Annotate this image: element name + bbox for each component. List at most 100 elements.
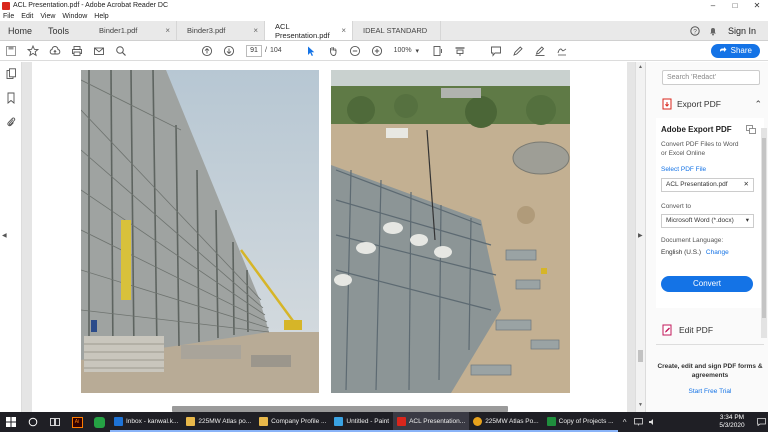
export-pdf-header[interactable]: Export PDF ⌃ <box>662 98 762 110</box>
close-tab-icon[interactable]: × <box>341 26 346 35</box>
tab-binder1[interactable]: Binder1.pdf × <box>89 21 178 40</box>
change-language-link[interactable]: Change <box>706 249 729 256</box>
convert-format-select[interactable]: Microsoft Word (*.docx) ▾ <box>661 214 754 228</box>
tray-chevron-icon[interactable]: ^ <box>618 412 632 432</box>
task-view-icon[interactable] <box>44 412 66 432</box>
close-tab-icon[interactable]: × <box>253 26 258 35</box>
hand-tool-icon[interactable] <box>322 41 344 61</box>
page-fit-icon[interactable] <box>427 41 449 61</box>
network-icon[interactable] <box>632 412 646 432</box>
next-page-icon[interactable] <box>218 41 240 61</box>
tab-label: ACL Presentation.pdf <box>275 21 330 40</box>
menu-window[interactable]: Window <box>62 13 87 20</box>
acrobat-icon <box>397 416 407 426</box>
pages-thumbnail-icon[interactable] <box>0 62 22 86</box>
tab-acl-presentation[interactable]: ACL Presentation.pdf × <box>265 21 354 40</box>
tools-tab[interactable]: Tools <box>40 21 89 40</box>
document-language-label: Document Language: <box>661 237 724 244</box>
vertical-scrollbar[interactable]: ▲ ▶ ▼ <box>635 62 645 412</box>
pen-icon[interactable] <box>507 41 529 61</box>
menu-help[interactable]: Help <box>94 13 108 20</box>
bell-icon[interactable] <box>704 21 722 40</box>
panel-scrollbar[interactable] <box>761 128 767 338</box>
clock-date: 5/3/2020 <box>719 422 745 429</box>
bookmarks-icon[interactable] <box>0 86 22 110</box>
pdf-page <box>32 62 627 412</box>
sign-icon[interactable] <box>551 41 573 61</box>
select-cursor-icon[interactable] <box>300 41 322 61</box>
highlight-icon[interactable] <box>529 41 551 61</box>
sign-in-link[interactable]: Sign In <box>722 21 768 40</box>
tab-label: Binder1.pdf <box>99 26 138 35</box>
taskbar-folder-atlas[interactable]: 225MW Atlas po... <box>182 412 256 432</box>
taskbar-outlook[interactable]: Inbox - kanwal.k... <box>110 412 183 432</box>
email-icon[interactable] <box>88 41 110 61</box>
search-icon[interactable] <box>110 41 132 61</box>
edit-pdf-icon <box>662 324 672 336</box>
tab-label: Binder3.pdf <box>187 26 226 35</box>
attachments-icon[interactable] <box>0 110 22 134</box>
save-icon[interactable] <box>0 41 22 61</box>
illustrator-icon[interactable]: Ai <box>66 412 88 432</box>
print-icon[interactable] <box>66 41 88 61</box>
construction-site-aerial-photo <box>331 70 570 393</box>
page-number-input[interactable]: 91 <box>246 44 262 57</box>
tab-ideal-standard[interactable]: IDEAL STANDARD <box>353 21 442 40</box>
tab-binder3[interactable]: Binder3.pdf × <box>177 21 266 40</box>
edit-pdf-tool[interactable]: Edit PDF <box>662 324 713 336</box>
taskbar-chrome[interactable]: 225MW Atlas Po... <box>469 412 543 432</box>
tools-search-input[interactable]: Search 'Redact' <box>662 70 760 85</box>
convert-button[interactable]: Convert <box>661 276 753 292</box>
panel-scrollbar-thumb[interactable] <box>762 138 766 318</box>
taskbar-paint[interactable]: Untitled - Paint <box>330 412 394 432</box>
file-name: ACL Presentation.pdf <box>666 181 728 188</box>
taskbar-acrobat[interactable]: ACL Presentation... <box>393 412 470 432</box>
left-rail: ◀ <box>0 62 22 412</box>
previous-page-icon[interactable] <box>196 41 218 61</box>
select-pdf-file-link[interactable]: Select PDF File <box>661 166 706 173</box>
remove-file-icon[interactable]: ✕ <box>744 179 749 191</box>
taskbar-folder-company[interactable]: Company Profile ... <box>255 412 331 432</box>
tab-bar: Home Tools Binder1.pdf × Binder3.pdf × A… <box>0 21 768 41</box>
box-description: Convert PDF Files to Word or Excel Onlin… <box>661 141 739 157</box>
close-tab-icon[interactable]: × <box>165 26 170 35</box>
system-clock[interactable]: 3:34 PM 5/3/2020 <box>710 414 754 430</box>
maximize-button[interactable]: □ <box>724 1 746 10</box>
whatsapp-icon[interactable] <box>88 412 110 432</box>
scroll-up-icon[interactable]: ▲ <box>638 64 643 70</box>
menu-view[interactable]: View <box>40 13 55 20</box>
comment-icon[interactable] <box>485 41 507 61</box>
zoom-select[interactable]: 100% ▾ <box>394 47 419 55</box>
taskbar-label: ACL Presentation... <box>409 417 466 425</box>
home-tab[interactable]: Home <box>0 21 40 40</box>
outlook-icon <box>114 416 123 426</box>
menu-file[interactable]: File <box>3 13 14 20</box>
document-view[interactable] <box>22 62 635 412</box>
chevron-down-icon: ▾ <box>745 217 749 224</box>
taskbar-label: Inbox - kanwal.k... <box>126 417 179 425</box>
collapse-right-icon[interactable]: ▶ <box>638 232 643 239</box>
menu-edit[interactable]: Edit <box>21 13 33 20</box>
windows-start-icon[interactable] <box>0 412 22 432</box>
minimize-button[interactable]: – <box>702 1 724 10</box>
zoom-out-icon[interactable] <box>344 41 366 61</box>
notifications-icon[interactable] <box>754 412 768 432</box>
chrome-icon <box>473 416 483 426</box>
bookmark-star-icon[interactable] <box>22 41 44 61</box>
start-free-trial-link[interactable]: Start Free Trial <box>656 388 764 395</box>
chevron-up-icon[interactable]: ⌃ <box>754 99 762 110</box>
scrollbar-thumb[interactable] <box>638 350 643 362</box>
convert-format-value: Microsoft Word (*.docx) <box>666 217 734 224</box>
help-icon[interactable]: ? <box>686 21 704 40</box>
upload-cloud-icon[interactable] <box>44 41 66 61</box>
cortana-icon[interactable] <box>22 412 44 432</box>
right-tools-panel: Search 'Redact' Export PDF ⌃ Adobe Expor… <box>645 62 768 412</box>
scroll-down-icon[interactable]: ▼ <box>638 402 643 408</box>
close-button[interactable]: ✕ <box>746 1 768 10</box>
taskbar-excel[interactable]: Copy of Projects ... <box>542 412 618 432</box>
volume-icon[interactable] <box>646 412 660 432</box>
collapse-left-icon[interactable]: ◀ <box>2 232 7 239</box>
share-button[interactable]: Share <box>710 43 760 58</box>
scroll-mode-icon[interactable] <box>449 41 471 61</box>
zoom-in-icon[interactable] <box>366 41 388 61</box>
